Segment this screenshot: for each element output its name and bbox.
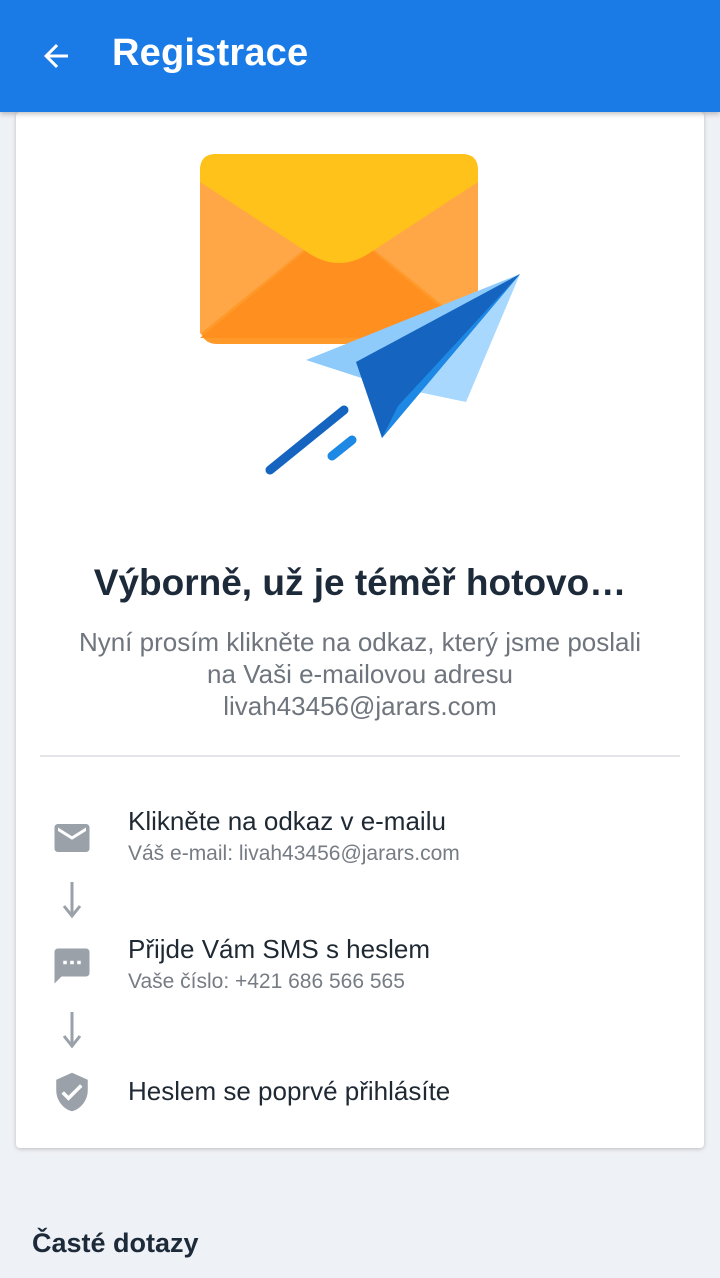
back-button[interactable] [26,28,86,84]
step-title: Heslem se poprvé přihlásíte [128,1076,451,1106]
step-title: Klikněte na odkaz v e-mailu [128,806,446,836]
shield-check-icon [50,1070,94,1114]
step-subtitle: Váš e-mail: livah43456@jarars.com [128,842,460,865]
arrow-down-icon [62,882,82,919]
page-title: Registrace [112,32,309,74]
step-title: Přijde Vám SMS s heslem [128,934,430,964]
description-line: na Vaši e-mailovou adresu [207,659,513,689]
divider [40,755,680,757]
description-email: livah43456@jarars.com [223,691,497,721]
step-subtitle: Vaše číslo: +421 686 566 565 [128,970,405,993]
arrow-down-icon [62,1012,82,1049]
faq-heading: Časté dotazy [32,1228,199,1258]
sms-icon [50,944,94,988]
envelope-paper-plane-illustration [200,154,520,475]
headline: Výborně, už je téměř hotovo… [93,562,627,603]
mail-icon [50,816,94,860]
app-bar: Registrace [0,0,720,112]
arrow-left-icon [44,44,68,68]
confirmation-card: Výborně, už je téměř hotovo… Nyní prosím… [16,112,704,1148]
description-line: Nyní prosím klikněte na odkaz, který jsm… [78,627,642,657]
description: Nyní prosím klikněte na odkaz, který jsm… [46,626,674,722]
